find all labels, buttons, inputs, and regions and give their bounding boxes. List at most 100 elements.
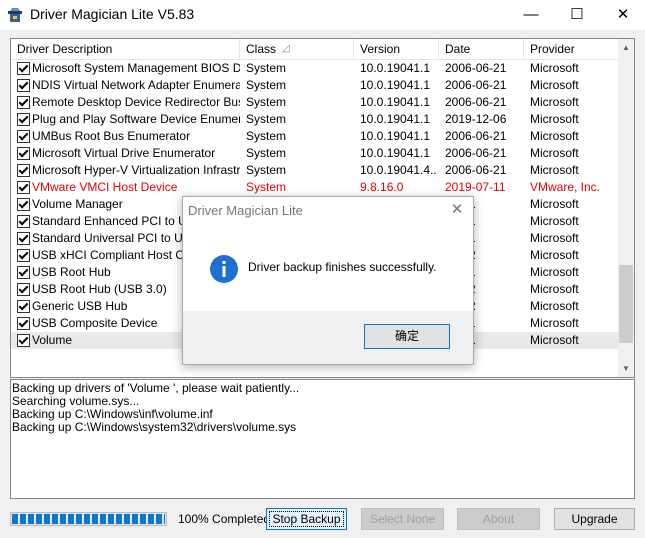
cell-date: 2006-06-21 — [445, 163, 507, 177]
cell-version: 10.0.19041.1 — [360, 146, 431, 160]
cell-provider: Microsoft — [530, 265, 579, 279]
cell-provider: Microsoft — [530, 231, 579, 245]
upgrade-button[interactable]: Upgrade — [554, 508, 635, 530]
cell-description: VMware VMCI Host Device — [32, 180, 178, 194]
cell-version: 10.0.19041.1 — [360, 129, 431, 143]
maximize-button[interactable]: ☐ — [554, 0, 600, 30]
table-row[interactable]: Microsoft Hyper-V Virtualization Infrast… — [11, 162, 618, 179]
dialog-close-icon[interactable]: ✕ — [445, 199, 469, 221]
cell-date: 2006-06-21 — [445, 78, 507, 92]
cell-date: 2006-06-21 — [445, 95, 507, 109]
vertical-scrollbar[interactable]: ▲ ▼ — [618, 39, 634, 377]
cell-version: 10.0.19041.1 — [360, 112, 431, 126]
log-output[interactable]: Backing up drivers of 'Volume ', please … — [10, 379, 635, 499]
cell-class: System — [246, 61, 287, 75]
cell-version: 10.0.19041.1 — [360, 61, 431, 75]
cell-description: Microsoft Virtual Drive Enumerator — [32, 146, 216, 160]
title-bar[interactable]: Driver Magician Lite V5.83 — ☐ ✕ — [0, 0, 645, 30]
table-row[interactable]: Plug and Play Software Device Enumerator… — [11, 111, 618, 128]
cell-class: System — [246, 78, 287, 92]
cell-provider: Microsoft — [530, 299, 579, 313]
row-checkbox[interactable] — [17, 79, 30, 92]
cell-provider: Microsoft — [530, 248, 579, 262]
cell-provider: Microsoft — [530, 333, 579, 347]
table-row[interactable]: Microsoft System Management BIOS Driver S… — [11, 60, 618, 77]
row-checkbox[interactable] — [17, 96, 30, 109]
list-header: Driver Description Class ◿ Version Date … — [11, 39, 620, 60]
table-row[interactable]: NDIS Virtual Network Adapter Enumerator S… — [11, 77, 618, 94]
header-date[interactable]: Date — [439, 39, 524, 59]
cell-provider: Microsoft — [530, 95, 579, 109]
about-button[interactable]: About — [457, 508, 540, 530]
cell-date: 2006-06-21 — [445, 146, 507, 160]
table-row[interactable]: UMBus Root Bus Enumerator System 10.0.1904… — [11, 128, 618, 145]
row-checkbox[interactable] — [17, 62, 30, 75]
row-checkbox[interactable] — [17, 215, 30, 228]
cell-provider: Microsoft — [530, 163, 579, 177]
progress-bar — [10, 512, 167, 526]
dialog-title: Driver Magician Lite — [188, 203, 303, 218]
cell-provider: Microsoft — [530, 78, 579, 92]
stop-backup-button[interactable]: Stop Backup — [266, 508, 347, 530]
window-title: Driver Magician Lite V5.83 — [30, 6, 195, 22]
row-checkbox[interactable] — [17, 130, 30, 143]
cell-version: 10.0.19041.1 — [360, 78, 431, 92]
header-provider[interactable]: Provider — [524, 39, 620, 59]
select-none-button[interactable]: Select None — [361, 508, 444, 530]
scroll-down-icon[interactable]: ▼ — [618, 360, 634, 377]
cell-class: System — [246, 95, 287, 109]
scroll-up-icon[interactable]: ▲ — [618, 39, 634, 56]
row-checkbox[interactable] — [17, 113, 30, 126]
table-row[interactable]: Microsoft Virtual Drive Enumerator System… — [11, 145, 618, 162]
row-checkbox[interactable] — [17, 232, 30, 245]
cell-provider: Microsoft — [530, 316, 579, 330]
cell-date: 2006-06-21 — [445, 61, 507, 75]
cell-description: Microsoft Hyper-V Virtualization Infrast… — [32, 163, 240, 177]
progress-text: 100% Completed — [178, 512, 271, 526]
row-checkbox[interactable] — [17, 181, 30, 194]
header-driver-description[interactable]: Driver Description — [11, 39, 240, 59]
cell-provider: Microsoft — [530, 146, 579, 160]
dialog-footer: 确定 — [183, 311, 473, 364]
row-checkbox[interactable] — [17, 300, 30, 313]
cell-date: 2019-12-06 — [445, 112, 507, 126]
cell-version: 10.0.19041.1 — [360, 95, 431, 109]
row-checkbox[interactable] — [17, 249, 30, 262]
close-button[interactable]: ✕ — [600, 0, 645, 30]
row-checkbox[interactable] — [17, 334, 30, 347]
cell-version: 9.8.16.0 — [360, 180, 404, 194]
table-row[interactable]: Remote Desktop Device Redirector Bus Syst… — [11, 94, 618, 111]
log-line: Backing up C:\Windows\system32\drivers\v… — [12, 420, 297, 434]
header-class[interactable]: Class ◿ — [240, 39, 354, 59]
cell-date: 2019-07-11 — [445, 180, 506, 194]
header-version[interactable]: Version — [354, 39, 439, 59]
dialog-message: Driver backup finishes successfully. — [248, 260, 437, 274]
cell-class: System — [246, 129, 287, 143]
cell-provider: VMware, Inc. — [530, 180, 601, 194]
cell-description: UMBus Root Bus Enumerator — [32, 129, 191, 143]
app-icon — [8, 8, 22, 22]
row-checkbox[interactable] — [17, 198, 30, 211]
cell-class: System — [246, 146, 287, 160]
row-checkbox[interactable] — [17, 147, 30, 160]
cell-description: Plug and Play Software Device Enumerator — [32, 112, 240, 126]
cell-provider: Microsoft — [530, 197, 579, 211]
row-checkbox[interactable] — [17, 164, 30, 177]
cell-provider: Microsoft — [530, 112, 579, 126]
cell-provider: Microsoft — [530, 282, 579, 296]
cell-description: Microsoft System Management BIOS Driver — [32, 61, 240, 75]
scroll-thumb[interactable] — [619, 265, 633, 343]
row-checkbox[interactable] — [17, 317, 30, 330]
cell-class: System — [246, 163, 287, 177]
row-checkbox[interactable] — [17, 266, 30, 279]
info-icon — [210, 255, 238, 283]
row-checkbox[interactable] — [17, 283, 30, 296]
sort-arrow-icon: ◿ — [282, 43, 290, 54]
cell-description: Remote Desktop Device Redirector Bus — [32, 95, 240, 109]
minimize-button[interactable]: — — [508, 0, 554, 30]
cell-provider: Microsoft — [530, 129, 579, 143]
cell-provider: Microsoft — [530, 61, 579, 75]
table-row[interactable]: VMware VMCI Host Device System 9.8.16.0 201… — [11, 179, 618, 196]
ok-button[interactable]: 确定 — [364, 324, 450, 349]
cell-class: System — [246, 180, 287, 194]
